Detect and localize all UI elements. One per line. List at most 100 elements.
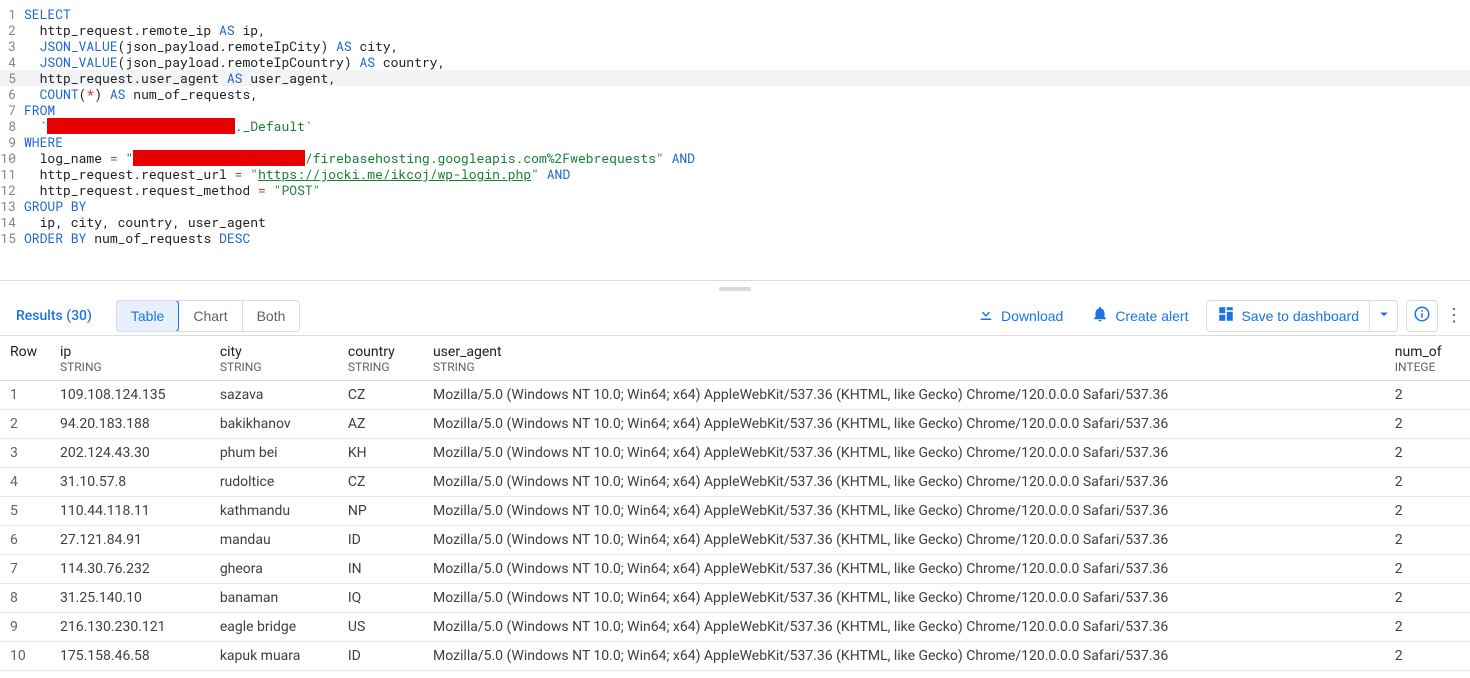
create-alert-button[interactable]: Create alert	[1081, 299, 1198, 332]
cell: Mozilla/5.0 (Windows NT 10.0; Win64; x64…	[423, 410, 1385, 439]
cell: Mozilla/5.0 (Windows NT 10.0; Win64; x64…	[423, 468, 1385, 497]
code-content[interactable]: WHERE	[24, 134, 1470, 150]
table-row[interactable]: 9216.130.230.121eagle bridgeUSMozilla/5.…	[0, 613, 1470, 642]
cell: 114.30.76.232	[50, 555, 210, 584]
column-header-num_of[interactable]: num_ofINTEGE	[1385, 336, 1470, 381]
code-line[interactable]: 11 http_request.request_url = "https://j…	[0, 166, 1470, 182]
code-content[interactable]: log_name = "______________________/fireb…	[24, 150, 1470, 166]
code-content[interactable]: JSON_VALUE(json_payload.remoteIpCity) AS…	[24, 38, 1470, 54]
column-header-country[interactable]: countrySTRING	[338, 336, 423, 381]
cell: kapuk muara	[210, 642, 338, 671]
save-label: Save to dashboard	[1241, 308, 1359, 324]
cell: 31.25.140.10	[50, 584, 210, 613]
code-line[interactable]: 8 `________________________._Default`	[0, 118, 1470, 134]
code-line[interactable]: 13GROUP BY	[0, 198, 1470, 214]
code-content[interactable]: http_request.request_url = "https://jock…	[24, 166, 1470, 182]
line-number: 12	[0, 182, 24, 198]
cell: ID	[338, 642, 423, 671]
results-toolbar: Results (30) TableChartBoth Download Cre…	[0, 296, 1470, 336]
download-icon	[977, 305, 995, 326]
code-content[interactable]: http_request.request_method = "POST"	[24, 182, 1470, 198]
save-to-dashboard-button[interactable]: Save to dashboard	[1207, 301, 1369, 331]
code-line[interactable]: 7FROM	[0, 102, 1470, 118]
code-content[interactable]: http_request.user_agent AS user_agent,	[24, 70, 1470, 86]
table-row[interactable]: 2 94.20.183.188bakikhanovAZMozilla/5.0 (W…	[0, 410, 1470, 439]
cell: bakikhanov	[210, 410, 338, 439]
results-table-container[interactable]: RowipSTRINGcitySTRINGcountrySTRINGuser_a…	[0, 336, 1470, 671]
table-row[interactable]: 7114.30.76.232gheoraINMozilla/5.0 (Windo…	[0, 555, 1470, 584]
cell: KH	[338, 439, 423, 468]
code-line[interactable]: 4 JSON_VALUE(json_payload.remoteIpCountr…	[0, 54, 1470, 70]
cell: 202.124.43.30	[50, 439, 210, 468]
code-content[interactable]: ip, city, country, user_agent	[24, 214, 1470, 230]
results-tab[interactable]: Results (30)	[8, 300, 100, 332]
cell: 2	[1385, 613, 1470, 642]
column-header-user_agent[interactable]: user_agentSTRING	[423, 336, 1385, 381]
line-number: 14	[0, 214, 24, 230]
info-icon	[1413, 305, 1431, 327]
code-line[interactable]: 6 COUNT(*) AS num_of_requests,	[0, 86, 1470, 102]
cell: Mozilla/5.0 (Windows NT 10.0; Win64; x64…	[423, 526, 1385, 555]
table-row[interactable]: 5110.44.118.11kathmanduNPMozilla/5.0 (Wi…	[0, 497, 1470, 526]
sql-editor[interactable]: 1SELECT2 http_request.remote_ip AS ip,3 …	[0, 0, 1470, 280]
code-line[interactable]: 5 http_request.user_agent AS user_agent,	[0, 70, 1470, 86]
view-tab-chart[interactable]: Chart	[178, 301, 241, 331]
create-alert-label: Create alert	[1115, 308, 1188, 324]
code-content[interactable]: http_request.remote_ip AS ip,	[24, 22, 1470, 38]
code-line[interactable]: 3 JSON_VALUE(json_payload.remoteIpCity) …	[0, 38, 1470, 54]
cell: 2	[1385, 642, 1470, 671]
cell: Mozilla/5.0 (Windows NT 10.0; Win64; x64…	[423, 613, 1385, 642]
code-content[interactable]: JSON_VALUE(json_payload.remoteIpCountry)…	[24, 54, 1470, 70]
code-line[interactable]: 14 ip, city, country, user_agent	[0, 214, 1470, 230]
column-header-city[interactable]: citySTRING	[210, 336, 338, 381]
code-line[interactable]: 12 http_request.request_method = "POST"	[0, 182, 1470, 198]
cell: AZ	[338, 410, 423, 439]
code-line[interactable]: 2 http_request.remote_ip AS ip,	[0, 22, 1470, 38]
code-line[interactable]: 10 log_name = "______________________/fi…	[0, 150, 1470, 166]
cell: 31.10.57.8	[50, 468, 210, 497]
code-content[interactable]: COUNT(*) AS num_of_requests,	[24, 86, 1470, 102]
save-dropdown-button[interactable]	[1369, 301, 1397, 331]
table-row[interactable]: 831.25.140.10banamanIQMozilla/5.0 (Windo…	[0, 584, 1470, 613]
cell: 2	[1385, 526, 1470, 555]
cell: 2	[1385, 410, 1470, 439]
resize-handle[interactable]	[0, 280, 1470, 296]
line-number: 5	[0, 70, 24, 86]
code-line[interactable]: 1SELECT	[0, 6, 1470, 22]
dashboard-icon	[1217, 305, 1235, 326]
code-content[interactable]: ORDER BY num_of_requests DESC	[24, 230, 1470, 246]
cell: 109.108.124.135	[50, 381, 210, 410]
more-menu-button[interactable]: ⋮	[1446, 305, 1462, 326]
code-content[interactable]: `________________________._Default`	[24, 118, 1470, 134]
table-row[interactable]: 627.121.84.91mandauIDMozilla/5.0 (Window…	[0, 526, 1470, 555]
cell: 94.20.183.188	[50, 410, 210, 439]
view-tab-table[interactable]: Table	[116, 300, 179, 332]
code-line[interactable]: 15ORDER BY num_of_requests DESC	[0, 230, 1470, 246]
view-tab-both[interactable]: Both	[242, 301, 300, 331]
column-header-row[interactable]: Row	[0, 336, 50, 381]
code-line[interactable]: 9WHERE	[0, 134, 1470, 150]
line-number: 9	[0, 134, 24, 150]
cell: Mozilla/5.0 (Windows NT 10.0; Win64; x64…	[423, 381, 1385, 410]
cell: 2	[1385, 497, 1470, 526]
table-row[interactable]: 3202.124.43.30phum beiKHMozilla/5.0 (Win…	[0, 439, 1470, 468]
cell: Mozilla/5.0 (Windows NT 10.0; Win64; x64…	[423, 555, 1385, 584]
results-table: RowipSTRINGcitySTRINGcountrySTRINGuser_a…	[0, 336, 1470, 671]
download-label: Download	[1001, 308, 1063, 324]
cell: sazava	[210, 381, 338, 410]
cell: gheora	[210, 555, 338, 584]
code-content[interactable]: FROM	[24, 102, 1470, 118]
cell: ID	[338, 526, 423, 555]
cell: 9	[0, 613, 50, 642]
code-content[interactable]: GROUP BY	[24, 198, 1470, 214]
cell: NP	[338, 497, 423, 526]
column-header-ip[interactable]: ipSTRING	[50, 336, 210, 381]
table-row[interactable]: 431.10.57.8rudolticeCZMozilla/5.0 (Windo…	[0, 468, 1470, 497]
table-row[interactable]: 1109.108.124.135sazavaCZMozilla/5.0 (Win…	[0, 381, 1470, 410]
code-content[interactable]: SELECT	[24, 6, 1470, 22]
cell: phum bei	[210, 439, 338, 468]
table-row[interactable]: 10175.158.46.58kapuk muaraIDMozilla/5.0 …	[0, 642, 1470, 671]
cell: 110.44.118.11	[50, 497, 210, 526]
download-button[interactable]: Download	[967, 299, 1073, 332]
info-button[interactable]	[1406, 300, 1438, 332]
